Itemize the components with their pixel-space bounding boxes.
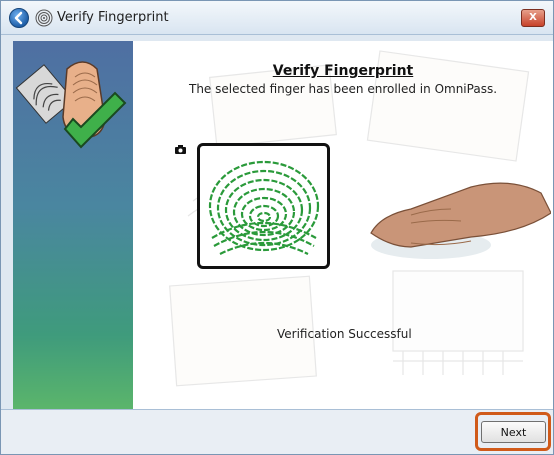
hand-illustration	[370, 182, 551, 259]
fingerprint-check-icon	[15, 61, 127, 149]
title-bar: Verify Fingerprint X	[1, 1, 553, 35]
close-icon[interactable]: X	[521, 9, 545, 27]
fingerprint-preview	[197, 143, 330, 269]
fingerprint-icon	[35, 9, 53, 27]
next-button[interactable]: Next	[481, 421, 546, 443]
window-title: Verify Fingerprint	[57, 10, 169, 25]
camera-icon	[175, 145, 186, 154]
sidebar-panel	[13, 41, 133, 409]
wizard-window: Verify Fingerprint X Verify Fingerprint …	[0, 0, 554, 455]
page-heading: Verify Fingerprint	[272, 63, 414, 79]
footer-bar	[1, 410, 553, 454]
content-panel: Verify Fingerprint The selected finger h…	[133, 41, 553, 409]
page-subheading: The selected finger has been enrolled in…	[188, 82, 498, 96]
status-text: Verification Successful	[277, 327, 412, 341]
fingerprint-image	[208, 160, 320, 255]
back-arrow-icon[interactable]	[9, 8, 29, 28]
